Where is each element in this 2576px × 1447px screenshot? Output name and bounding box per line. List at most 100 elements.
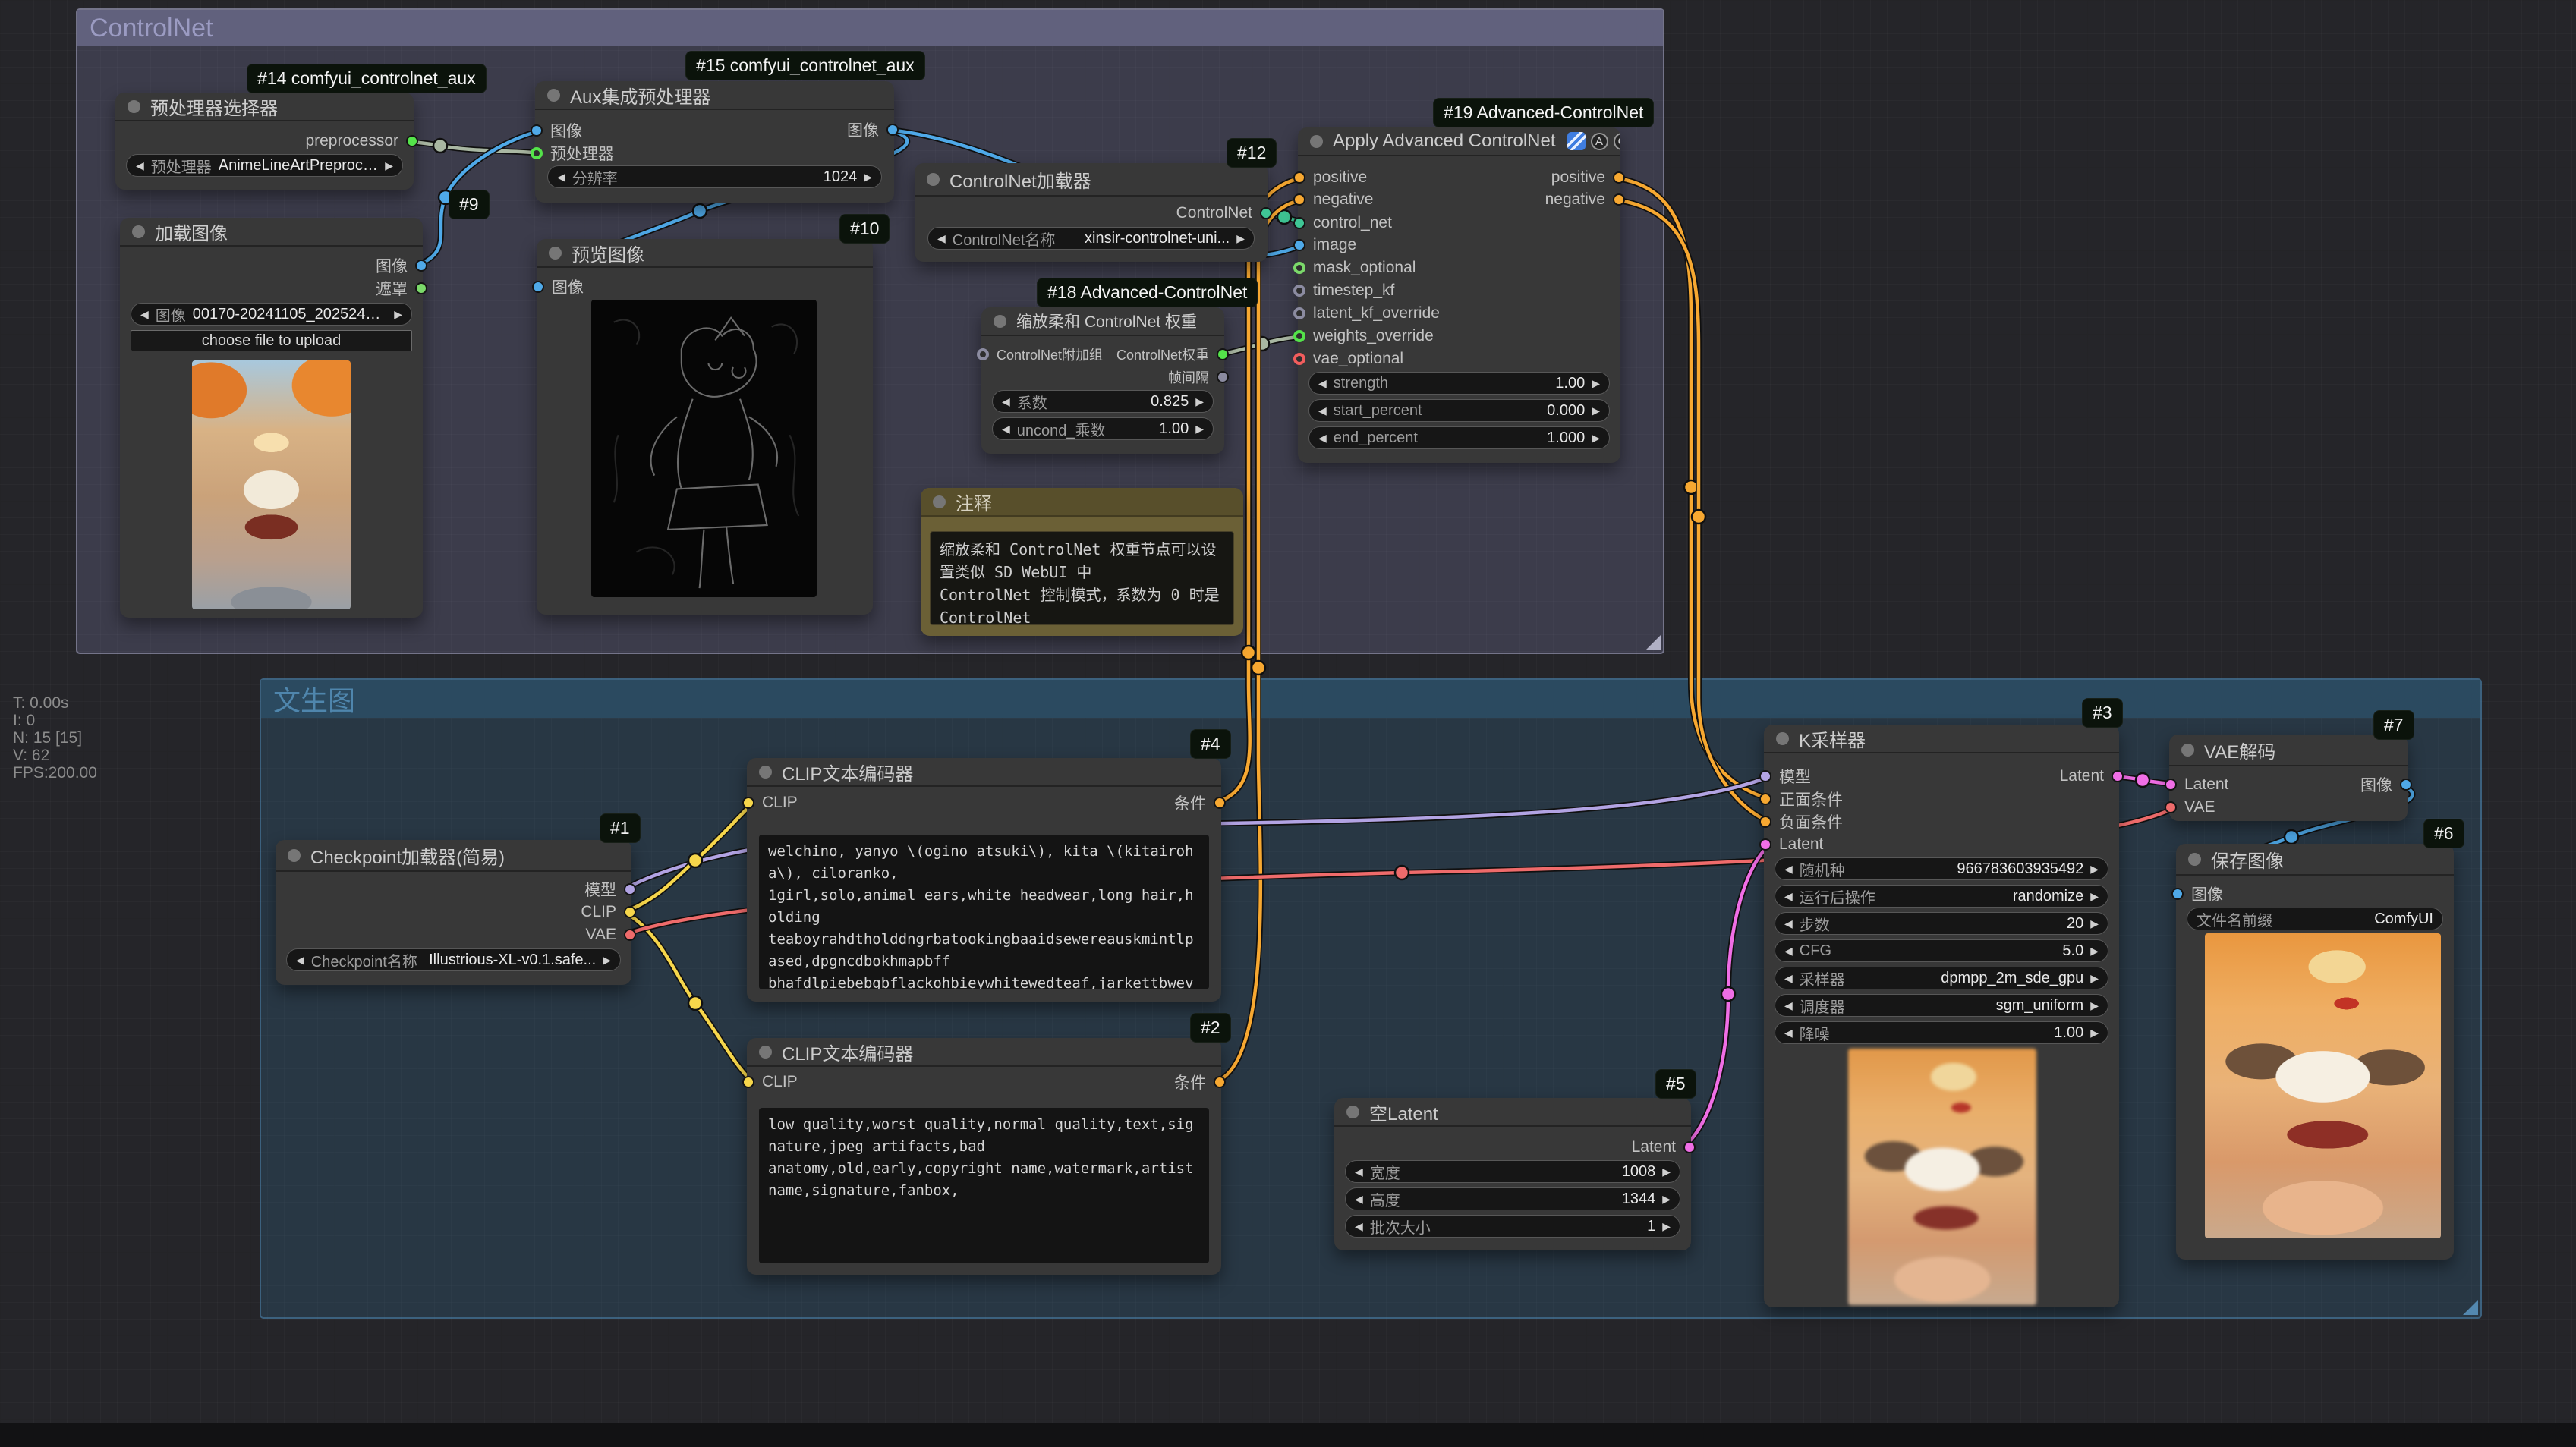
right-arrow-icon[interactable]: ▶ [2090,890,2099,903]
node-clip-text-encode-negative[interactable]: CLIP文本编码器 CLIP 条件 low quality,worst qual… [747,1038,1221,1275]
left-arrow-icon[interactable]: ◀ [140,308,149,321]
left-arrow-icon[interactable]: ◀ [1318,377,1327,390]
node-controlnet-loader[interactable]: ControlNet加载器 ControlNet ◀ControlNet名称xi… [915,163,1268,262]
input-port-mask-optional[interactable] [1293,262,1305,274]
left-arrow-icon[interactable]: ◀ [937,232,946,245]
node-preview-image[interactable]: 预览图像 图像 [537,239,873,615]
node-clip-text-encode-positive[interactable]: CLIP文本编码器 CLIP 条件 welchino, yanyo \(ogin… [747,758,1221,1002]
node-apply-advanced-controlnet[interactable]: Apply Advanced ControlNet A C N positive… [1298,127,1620,463]
input-port-clip[interactable] [742,797,754,809]
reroute-dot[interactable] [2136,773,2149,787]
reroute-dot[interactable] [1252,661,1265,675]
left-arrow-icon[interactable]: ◀ [1784,890,1793,903]
input-port-vae[interactable] [2165,801,2177,813]
input-port-cn-extras[interactable] [977,348,989,360]
widget-end-percent[interactable]: ◀end_percent1.000▶ [1308,426,1610,449]
right-arrow-icon[interactable]: ▶ [2090,863,2099,876]
output-port-conditioning[interactable] [1214,1076,1226,1088]
output-port-cn-weights[interactable] [1217,348,1229,360]
output-port-latent[interactable] [1683,1141,1696,1153]
widget-image-file[interactable]: ◀图像00170-20241105_202524_Illustri...▶ [131,303,412,326]
right-arrow-icon[interactable]: ▶ [1236,232,1245,245]
input-port-negative[interactable] [1293,193,1305,206]
widget-strength[interactable]: ◀strength1.00▶ [1308,372,1610,395]
input-port-weights-override[interactable] [1293,330,1305,342]
upload-button[interactable]: choose file to upload [131,330,412,351]
output-port-positive[interactable] [1613,171,1625,184]
left-arrow-icon[interactable]: ◀ [1784,917,1793,930]
left-arrow-icon[interactable]: ◀ [1355,1165,1363,1178]
input-port-model[interactable] [1759,770,1771,782]
reroute-dot[interactable] [693,204,707,218]
node-scaled-soft-weights[interactable]: 缩放柔和 ControlNet 权重 ControlNet附加组 Control… [981,307,1224,454]
widget-cfg[interactable]: ◀CFG5.0▶ [1775,939,2108,962]
widget-control-after-generate[interactable]: ◀运行后操作randomize▶ [1775,885,2108,908]
output-port-preprocessor[interactable] [406,135,418,147]
input-port-latent[interactable] [1759,838,1771,851]
right-arrow-icon[interactable]: ▶ [864,171,872,184]
left-arrow-icon[interactable]: ◀ [1002,395,1010,408]
widget-uncond-multiplier[interactable]: ◀uncond_乘数1.00▶ [992,417,1214,440]
node-note[interactable]: 注释 缩放柔和 ControlNet 权重节点可以设置类似 SD WebUI 中… [921,488,1243,636]
left-arrow-icon[interactable]: ◀ [1784,1027,1793,1040]
node-empty-latent[interactable]: 空Latent Latent ◀宽度1008▶ ◀高度1344▶ ◀批次大小1▶ [1334,1098,1691,1250]
output-port-image[interactable] [2400,779,2412,791]
left-arrow-icon[interactable]: ◀ [1002,423,1010,436]
output-port-conditioning[interactable] [1214,797,1226,809]
right-arrow-icon[interactable]: ▶ [1592,432,1600,445]
output-port-vae[interactable] [624,929,636,941]
reroute-dot[interactable] [433,139,447,153]
right-arrow-icon[interactable]: ▶ [603,954,611,967]
note-text[interactable]: 缩放柔和 ControlNet 权重节点可以设置类似 SD WebUI 中 Co… [930,531,1234,625]
widget-height[interactable]: ◀高度1344▶ [1345,1187,1680,1210]
left-arrow-icon[interactable]: ◀ [1784,863,1793,876]
node-load-image[interactable]: 加载图像 图像 遮罩 ◀图像00170-20241105_202524_Illu… [120,218,423,618]
widget-filename-prefix[interactable]: 文件名前缀ComfyUI [2187,908,2443,930]
right-arrow-icon[interactable]: ▶ [1195,423,1204,436]
right-arrow-icon[interactable]: ▶ [2090,945,2099,958]
prompt-textarea[interactable]: welchino, yanyo \(ogino atsuki\), kita \… [759,835,1209,989]
node-aux-preprocessor[interactable]: Aux集成预处理器 图像 预处理器 图像 ◀分辨率1024▶ [535,81,894,203]
left-arrow-icon[interactable]: ◀ [1784,945,1793,958]
widget-width[interactable]: ◀宽度1008▶ [1345,1160,1680,1183]
reroute-dot[interactable] [688,996,702,1010]
left-arrow-icon[interactable]: ◀ [1784,972,1793,985]
widget-preprocessor[interactable]: ◀预处理器AnimeLineArtPreprocessor▶ [126,154,403,177]
output-port-timestep-keyframe[interactable] [1217,371,1229,383]
left-arrow-icon[interactable]: ◀ [1784,999,1793,1012]
right-arrow-icon[interactable]: ▶ [1195,395,1204,408]
input-port-image[interactable] [531,124,543,137]
input-port-negative[interactable] [1759,816,1771,828]
input-port-controlnet[interactable] [1293,217,1305,229]
right-arrow-icon[interactable]: ▶ [1662,1165,1671,1178]
widget-seed[interactable]: ◀随机种966783603935492▶ [1775,857,2108,880]
left-arrow-icon[interactable]: ◀ [296,954,304,967]
right-arrow-icon[interactable]: ▶ [2090,1027,2099,1040]
input-port-latent-kf-override[interactable] [1293,307,1305,319]
reroute-dot[interactable] [1395,866,1409,879]
output-port-model[interactable] [624,883,636,895]
right-arrow-icon[interactable]: ▶ [2090,972,2099,985]
output-port-latent[interactable] [2112,770,2124,782]
input-port-vae-optional[interactable] [1293,353,1305,365]
right-arrow-icon[interactable]: ▶ [385,159,393,172]
widget-checkpoint-name[interactable]: ◀Checkpoint名称Illustrious-XL-v0.1.safe...… [286,948,621,971]
output-port-negative[interactable] [1613,193,1625,206]
left-arrow-icon[interactable]: ◀ [136,159,144,172]
input-port-clip[interactable] [742,1076,754,1088]
widget-sampler-name[interactable]: ◀采样器dpmpp_2m_sde_gpu▶ [1775,967,2108,989]
right-arrow-icon[interactable]: ▶ [1662,1220,1671,1233]
left-arrow-icon[interactable]: ◀ [1355,1193,1363,1206]
input-port-positive[interactable] [1293,171,1305,184]
input-port-positive[interactable] [1759,793,1771,805]
node-checkpoint-loader[interactable]: Checkpoint加载器(简易) 模型 CLIP VAE ◀Checkpoin… [276,840,631,985]
widget-batch-size[interactable]: ◀批次大小1▶ [1345,1215,1680,1238]
node-ksampler[interactable]: K采样器 模型 正面条件 负面条件 Latent Latent ◀随机种9667… [1764,725,2119,1307]
right-arrow-icon[interactable]: ▶ [1662,1193,1671,1206]
input-port-latent[interactable] [2165,779,2177,791]
output-port-image[interactable] [886,124,899,136]
reroute-dot[interactable] [1242,646,1255,659]
right-arrow-icon[interactable]: ▶ [2090,999,2099,1012]
widget-scheduler[interactable]: ◀调度器sgm_uniform▶ [1775,994,2108,1017]
comfyui-canvas[interactable]: ControlNet 文生图 #14 comfyui_controlnet_au… [0,0,2576,1447]
